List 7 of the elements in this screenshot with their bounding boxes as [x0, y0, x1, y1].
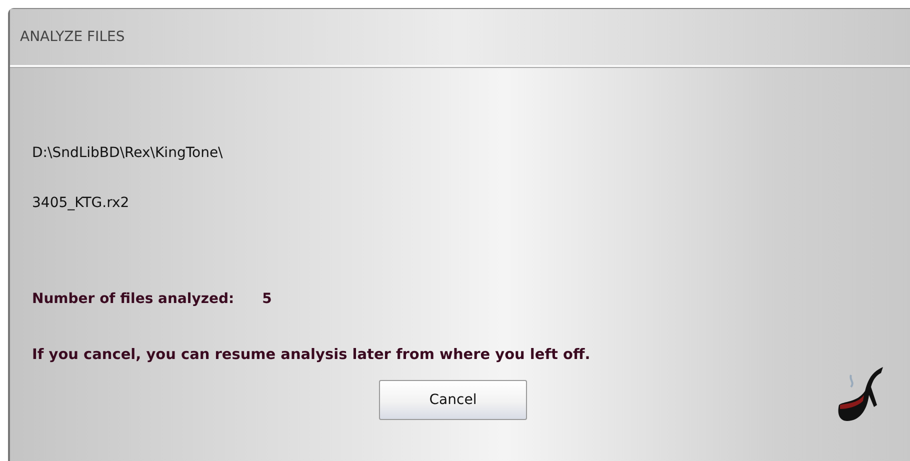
count-label: Number of files analyzed:: [32, 291, 234, 307]
cancel-button[interactable]: Cancel: [379, 380, 527, 420]
window-title: ANALYZE FILES: [20, 29, 125, 45]
folder-path: D:\SndLibBD\Rex\KingTone\: [32, 145, 224, 161]
count-value: 5: [262, 291, 272, 307]
notice-text: If you cancel, you can resume analysis later from where you left off.: [32, 347, 592, 363]
file-name: 3405_KTG.rx2: [32, 195, 130, 211]
